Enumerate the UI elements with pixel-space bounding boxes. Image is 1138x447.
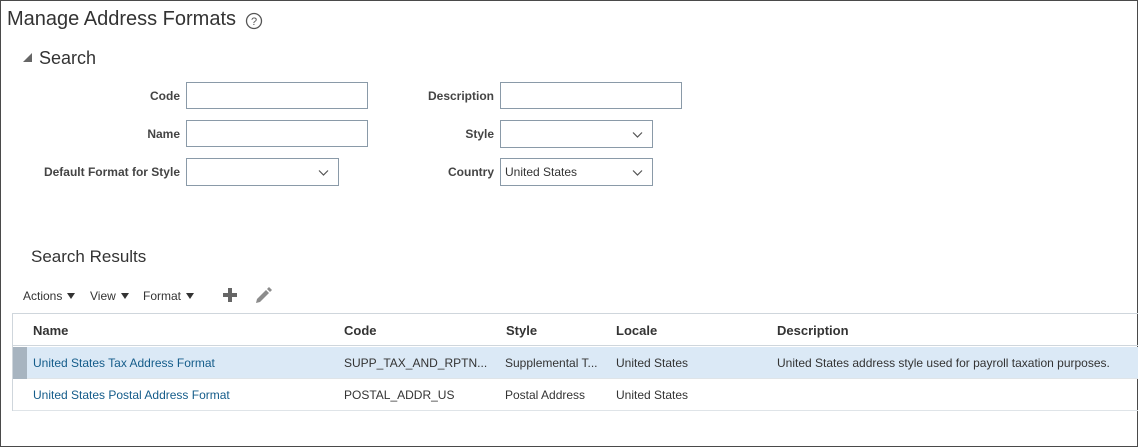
row-name-link[interactable]: United States Postal Address Format [33,388,333,402]
format-menu[interactable]: Format [143,289,195,303]
row-description: United States address style used for pay… [777,356,1110,370]
column-header-style[interactable]: Style [506,323,537,338]
page-title: Manage Address Formats [7,8,236,30]
search-header-label: Search [39,48,97,68]
table-left-border [12,313,13,411]
plus-icon[interactable] [222,287,238,303]
chevron-down-icon [632,132,643,138]
help-circle-icon[interactable]: ? [245,12,263,30]
country-label: Country [448,165,494,179]
dropdown-arrow-icon [67,293,76,299]
actions-menu[interactable]: Actions [23,289,76,303]
row-selection-indicator [12,379,27,411]
dropdown-arrow-icon [186,293,195,299]
column-header-code[interactable]: Code [344,323,377,338]
column-header-description[interactable]: Description [777,323,849,338]
name-label: Name [147,127,180,141]
description-input[interactable] [500,82,682,109]
style-select[interactable] [500,120,653,148]
column-header-locale[interactable]: Locale [616,323,657,338]
column-header-name[interactable]: Name [33,323,68,338]
default-format-select[interactable] [186,158,339,186]
name-input[interactable] [186,120,368,147]
chevron-down-icon [632,170,643,176]
svg-text:?: ? [251,16,257,28]
code-input[interactable] [186,82,368,109]
row-style: Postal Address [505,388,586,402]
table-row[interactable]: United States Tax Address Format SUPP_TA… [12,347,1138,379]
default-format-label: Default Format for Style [43,165,180,179]
chevron-down-icon [318,170,329,176]
actions-menu-label: Actions [23,289,63,303]
row-style: Supplemental T... [505,356,598,370]
row-selection-indicator [12,347,27,379]
format-menu-label: Format [143,289,182,303]
view-menu-label: View [90,289,116,303]
search-section-toggle[interactable]: Search [23,48,96,69]
country-select[interactable]: United States [500,158,653,186]
table-header: Name Code Style Locale Description [12,313,1138,346]
row-code: SUPP_TAX_AND_RPTN... [344,356,488,370]
code-label: Code [150,89,180,103]
row-locale: United States [616,388,689,402]
row-locale: United States [616,356,689,370]
view-menu[interactable]: View [90,289,129,303]
style-label: Style [465,127,494,141]
row-name-link[interactable]: United States Tax Address Format [33,356,333,370]
dropdown-arrow-icon [120,293,129,299]
search-results-title: Search Results [31,247,147,266]
collapse-triangle-icon [23,53,32,62]
pencil-icon[interactable] [254,287,272,304]
table-row[interactable]: United States Postal Address Format POST… [12,379,1138,411]
description-label: Description [427,89,494,103]
country-select-value: United States [505,165,578,179]
row-code: POSTAL_ADDR_US [344,388,455,402]
